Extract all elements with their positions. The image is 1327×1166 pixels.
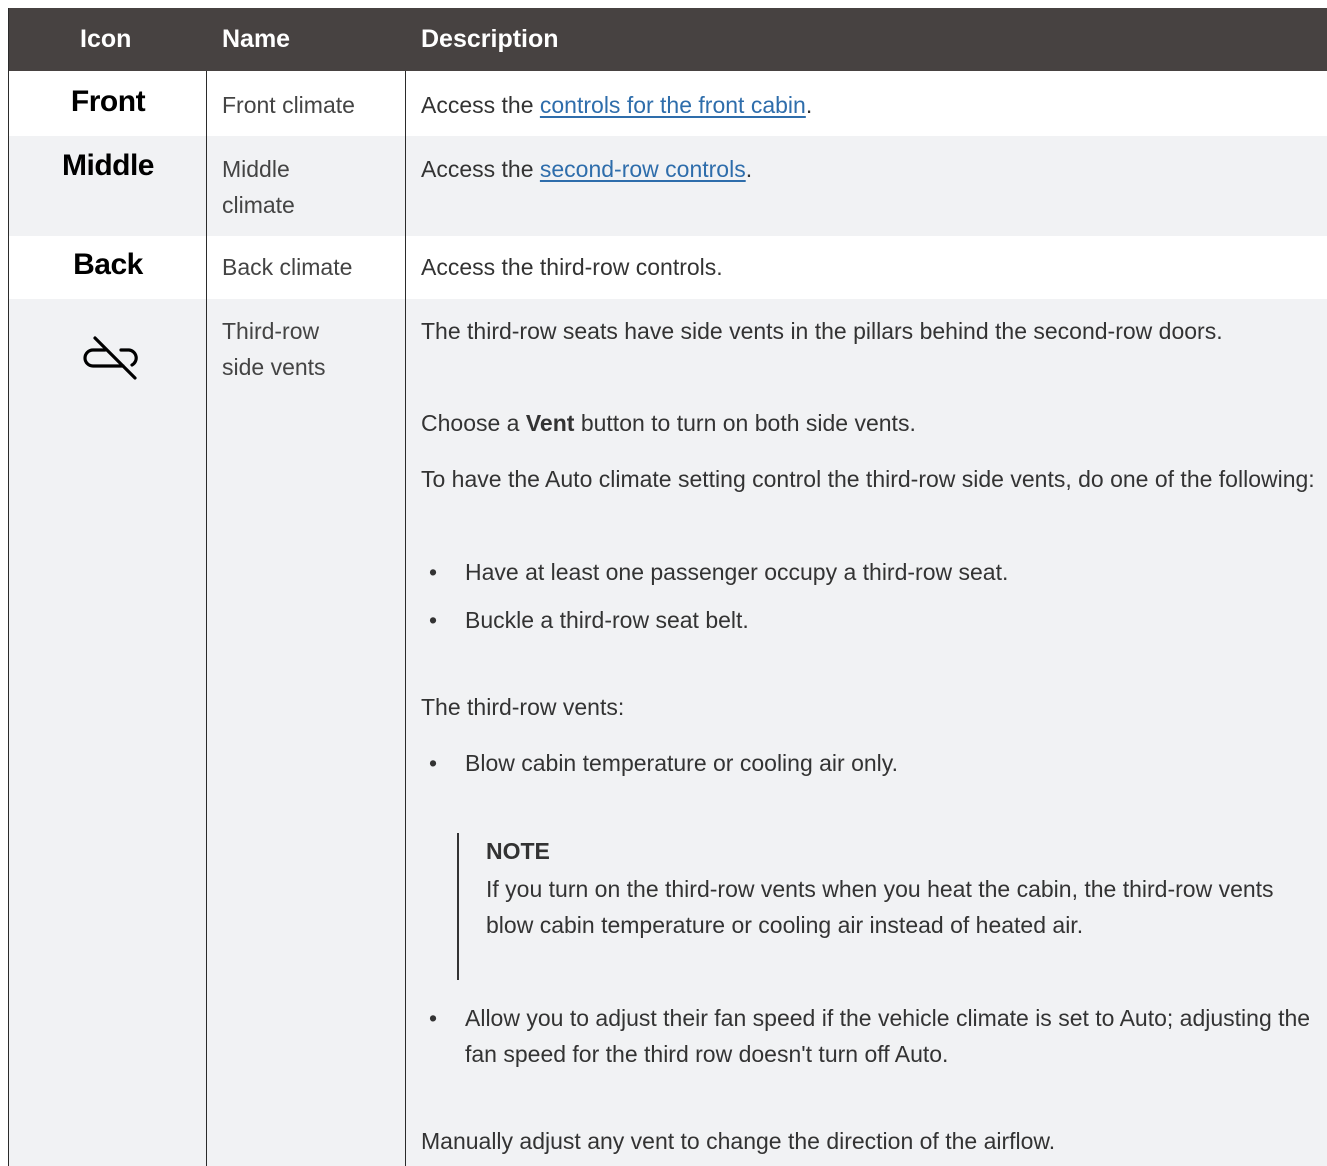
vent-off-icon[interactable] xyxy=(81,326,143,384)
row-description: Access the controls for the front cabin. xyxy=(421,87,1321,123)
row-description-p5: Manually adjust any vent to change the d… xyxy=(421,1128,1056,1154)
desc-text: . xyxy=(745,156,753,182)
bullet-icon: • xyxy=(429,559,438,585)
vent-button-label: Vent xyxy=(525,410,575,436)
front-cabin-controls-link[interactable]: controls for the front cabin xyxy=(540,92,806,118)
column-divider xyxy=(206,71,207,1166)
climate-controls-table: Icon Name Description Front Front climat… xyxy=(8,8,1327,1166)
note-title: NOTE xyxy=(486,838,550,864)
middle-climate-icon[interactable]: Middle xyxy=(9,149,207,183)
header-description: Description xyxy=(421,25,559,53)
list-item-text: Allow you to adjust their fan speed if t… xyxy=(465,1005,1311,1067)
list-item-text: Buckle a third-row seat belt. xyxy=(465,607,749,633)
desc-text: . xyxy=(805,92,813,118)
bullet-icon: • xyxy=(429,1005,438,1031)
list-item-text: Have at least one passenger occupy a thi… xyxy=(465,559,1009,585)
column-divider xyxy=(405,71,406,1166)
front-climate-icon[interactable]: Front xyxy=(9,85,207,119)
desc-text: button to turn on both side vents. xyxy=(574,410,916,436)
header-name: Name xyxy=(222,25,291,53)
row-description-p2: Choose a Vent button to turn on both sid… xyxy=(421,405,1321,441)
desc-text: Choose a xyxy=(421,410,526,436)
row-description-p3: To have the Auto climate setting control… xyxy=(421,466,1315,492)
note-callout: NOTE If you turn on the third-row vents … xyxy=(457,833,1299,980)
header-icon: Icon xyxy=(80,25,132,53)
bullet-icon: • xyxy=(429,607,438,633)
desc-text: Access the xyxy=(421,92,540,118)
table-header: Icon Name Description xyxy=(9,8,1327,71)
row-description: Access the third-row controls. xyxy=(421,254,723,280)
bullet-icon: • xyxy=(429,750,438,776)
note-body: If you turn on the third-row vents when … xyxy=(486,876,1274,938)
list-item-text: Blow cabin temperature or cooling air on… xyxy=(465,750,898,776)
row-description-p1: The third-row seats have side vents in t… xyxy=(421,318,1223,344)
row-name: Back climate xyxy=(222,254,353,280)
second-row-controls-link[interactable]: second-row controls xyxy=(540,156,746,182)
row-name: Front climate xyxy=(222,92,355,118)
back-climate-icon[interactable]: Back xyxy=(9,248,207,282)
row-description: Access the second-row controls. xyxy=(421,151,1321,187)
row-name: Middle climate xyxy=(222,156,295,218)
desc-text: Access the xyxy=(421,156,540,182)
row-name: Third-row side vents xyxy=(222,318,326,380)
row-description-p4: The third-row vents: xyxy=(421,694,625,720)
